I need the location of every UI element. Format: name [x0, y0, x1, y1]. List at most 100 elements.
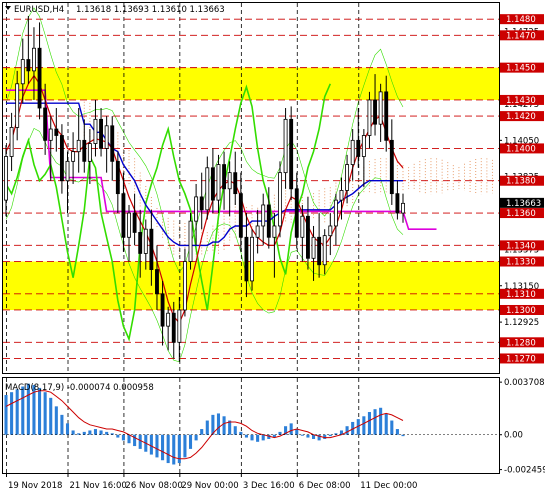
macd-bar	[88, 430, 92, 435]
macd-bar	[166, 434, 170, 464]
macd-bar	[278, 431, 282, 435]
level-label-text: 1.1310	[506, 290, 536, 300]
level-label-text: 1.1330	[506, 258, 536, 268]
macd-bar	[99, 430, 103, 435]
level-label: 1.1420	[500, 111, 544, 122]
level-label: 1.1300	[500, 304, 544, 316]
level-label: 1.1270	[500, 353, 544, 364]
macd-bar	[379, 407, 383, 435]
level-label-text: 1.1360	[506, 209, 536, 219]
macd-bar	[239, 431, 243, 435]
time-tick-label: 6 Dec 08:00	[299, 481, 351, 491]
macd-bar	[15, 389, 19, 435]
macd-bar	[127, 434, 131, 444]
macd-bar	[395, 429, 399, 435]
time-tick-label: 11 Dec 00:00	[360, 481, 417, 491]
candle-body	[266, 204, 271, 238]
level-label: 1.1310	[500, 288, 544, 300]
candle-body	[350, 139, 355, 165]
symbol-label: EURUSD,H4	[14, 5, 64, 15]
candle-body	[210, 167, 215, 201]
macd-bar	[71, 430, 75, 435]
candle-body	[333, 199, 338, 227]
candle-body	[345, 164, 350, 191]
macd-bar	[65, 423, 70, 435]
time-tick-label: 21 Nov 16:00	[70, 481, 127, 491]
candle-body	[171, 312, 176, 343]
macd-bar	[49, 397, 53, 435]
level-label: 1.1280	[500, 337, 544, 348]
level-label: 1.1340	[500, 240, 544, 251]
macd-bar	[295, 429, 299, 435]
level-label-text: 1.1430	[506, 96, 536, 106]
candle-body	[272, 225, 277, 238]
macd-bar	[93, 429, 98, 435]
macd-bar	[172, 434, 176, 465]
level-label: 1.1450	[500, 62, 544, 74]
ohlc-values: 1.13618 1.13693 1.13610 1.13663	[76, 5, 225, 15]
candle-body	[395, 193, 400, 214]
macd-bar	[200, 429, 204, 435]
level-label-text: 1.1380	[506, 177, 536, 187]
candle-body	[182, 261, 187, 311]
candle-body	[143, 228, 148, 254]
candle-body	[227, 172, 232, 190]
macd-bar	[38, 387, 42, 435]
candle-body	[32, 47, 36, 72]
candle-body	[244, 236, 249, 282]
macd-bar	[289, 423, 293, 435]
macd-bar	[194, 434, 198, 441]
macd-bar	[121, 434, 125, 441]
candle-body	[99, 118, 103, 149]
candle-body	[300, 215, 305, 238]
time-tick-label: 19 Nov 2018	[8, 481, 62, 491]
macd-bar	[21, 386, 25, 435]
candle-body	[71, 151, 76, 162]
candle-body	[149, 228, 154, 270]
eurusd-h4-chart: 1.147251.145001.142751.140501.138251.136…	[0, 0, 545, 497]
macd-bar	[138, 434, 142, 449]
macd-tick-label: 0.00	[504, 431, 523, 441]
candle-body	[233, 172, 238, 195]
candle-body	[339, 190, 344, 201]
level-label: 1.1470	[500, 30, 544, 41]
candle-body	[194, 196, 199, 222]
macd-bar	[222, 416, 226, 435]
candle-body	[328, 225, 333, 237]
candle-body	[155, 269, 159, 295]
macd-bar	[82, 431, 86, 435]
candle-body	[177, 309, 182, 343]
level-label-text: 1.1420	[506, 112, 536, 122]
candle-body	[20, 59, 25, 85]
candle-body	[367, 99, 372, 136]
macd-bar	[105, 431, 109, 435]
candle-body	[48, 128, 53, 141]
candle-body	[160, 293, 165, 327]
candle-body	[59, 135, 64, 182]
level-label-text: 1.1480	[506, 15, 536, 25]
level-label-text: 1.1270	[506, 354, 536, 364]
macd-bar	[306, 434, 310, 438]
macd-bar	[155, 434, 159, 458]
candle-body	[65, 160, 70, 182]
candle-body	[93, 118, 98, 144]
candle-body	[115, 160, 120, 195]
macd-bar	[244, 434, 248, 438]
candle-body	[15, 83, 20, 128]
candle-body	[389, 139, 394, 195]
macd-bar	[390, 420, 394, 435]
time-tick-label: 26 Nov 08:00	[125, 481, 182, 491]
candle-body	[306, 215, 310, 259]
candle-body	[110, 125, 115, 162]
macd-bar	[216, 413, 221, 435]
candle-body	[283, 118, 288, 174]
current-price-label: 1.13663	[506, 199, 541, 209]
level-label: 1.1400	[500, 143, 544, 154]
level-label: 1.1330	[500, 256, 544, 268]
macd-bar	[43, 392, 47, 435]
macd-bar	[384, 413, 388, 435]
macd-bar	[362, 416, 366, 435]
candle-body	[401, 202, 405, 214]
candle-body	[216, 164, 221, 201]
candle-body	[238, 193, 243, 238]
